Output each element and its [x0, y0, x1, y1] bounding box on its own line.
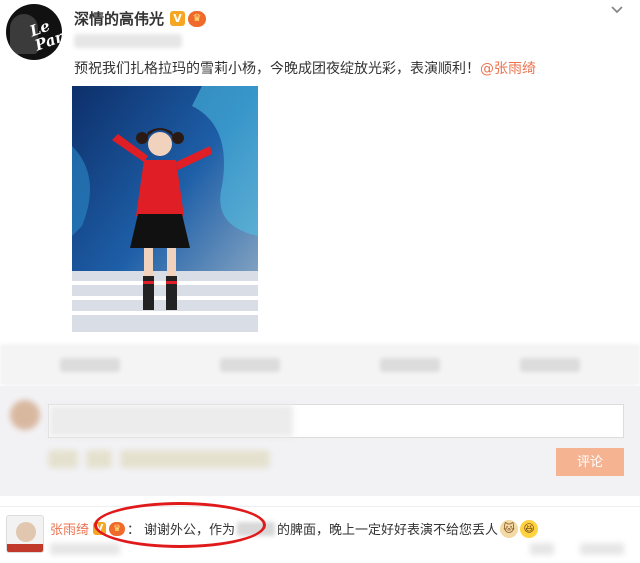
comment-item: 张雨绮 V ♛ ： 谢谢外公，作为 的脾面，晚上一定好好表演不给您丢人 🐱 😆: [0, 506, 640, 563]
avatar-red-band: [7, 544, 43, 552]
mention-link[interactable]: @张雨绮: [480, 61, 536, 77]
weibo-post-card: Le Parc 深情的高伟光 V ♛ 预祝我们扎格拉玛的雪莉小杨，今晚成团夜绽放…: [0, 0, 640, 345]
post-image[interactable]: [72, 86, 258, 332]
input-blurred-area: [49, 405, 293, 437]
commenter-avatar[interactable]: [6, 515, 44, 553]
comment-text-part2: 的脾面，晚上一定好好表演不给您丢人: [277, 523, 499, 538]
author-name[interactable]: 深情的高伟光: [74, 8, 164, 29]
post-meta-blurred: [74, 34, 182, 48]
post-action-bar-blurred: [0, 345, 640, 385]
comment-composer: 评论: [0, 386, 640, 496]
avatar-face: [16, 522, 36, 542]
crown-member-icon: ♛: [188, 10, 207, 27]
composer-avatar: [10, 400, 40, 430]
performer-photo: [72, 86, 258, 332]
post-text: 预祝我们扎格拉玛的雪莉小杨，今晚成团夜绽放光彩，表演顺利！@张雨绮: [74, 58, 536, 78]
composer-tools-blurred: [48, 450, 288, 472]
verified-v-icon: V: [170, 11, 186, 26]
laughing-emoji-icon: 😆: [520, 519, 539, 538]
comment-submit-button[interactable]: 评论: [556, 448, 624, 476]
commenter-name[interactable]: 张雨绮: [50, 519, 89, 538]
cat-emoji-icon: 🐱: [500, 519, 519, 538]
chevron-down-icon[interactable]: [610, 2, 624, 21]
highlight-circle-annotation: [94, 502, 266, 548]
post-body: 预祝我们扎格拉玛的雪莉小杨，今晚成团夜绽放光彩，表演顺利！: [74, 61, 480, 77]
author-row: 深情的高伟光 V ♛: [74, 8, 207, 29]
comment-input[interactable]: [48, 404, 624, 438]
author-avatar[interactable]: Le Parc: [6, 4, 62, 60]
